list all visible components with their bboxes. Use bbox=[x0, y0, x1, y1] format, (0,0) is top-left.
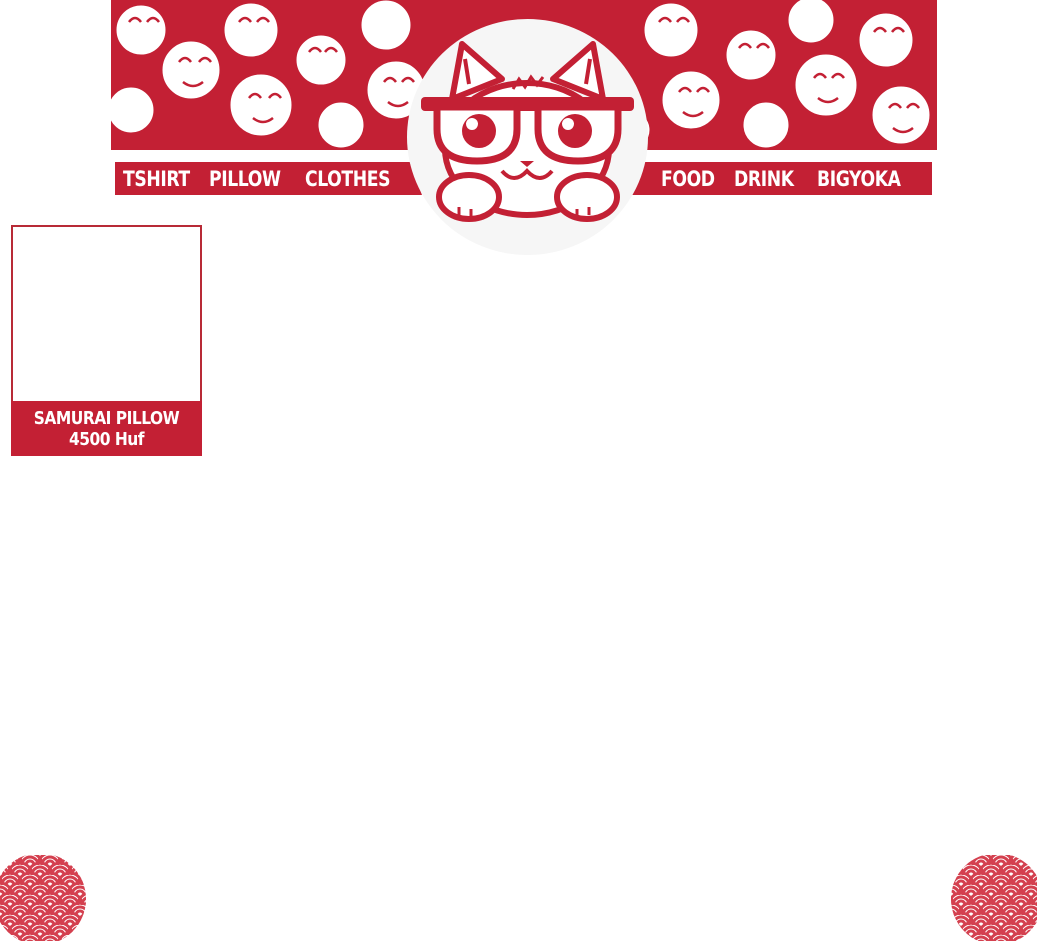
nav-item-pillow[interactable]: PILLOW bbox=[209, 162, 281, 195]
site-logo[interactable] bbox=[407, 19, 648, 255]
wave-arc bbox=[955, 859, 967, 866]
wave-arc bbox=[80, 935, 86, 941]
product-price: 4500 Huf bbox=[68, 429, 145, 450]
seigaiha-wave-right-icon bbox=[951, 853, 1037, 941]
wave-arc bbox=[1011, 935, 1031, 941]
nav-bar-right: FOOD DRINK BIGYOKA bbox=[632, 162, 932, 195]
wave-arc bbox=[0, 931, 4, 941]
wave-arc bbox=[76, 931, 86, 941]
wave-arc bbox=[0, 853, 4, 866]
nav-item-drink[interactable]: DRINK bbox=[734, 162, 794, 195]
wave-arc bbox=[951, 921, 965, 936]
wave-arc bbox=[951, 931, 975, 941]
wave-arc bbox=[951, 865, 961, 876]
nav-item-bigyoka[interactable]: BIGYOKA bbox=[817, 162, 901, 195]
wave-arc bbox=[56, 931, 84, 941]
seigaiha-wave-left-icon bbox=[0, 853, 86, 941]
wave-arc bbox=[1027, 931, 1037, 941]
wave-arc bbox=[951, 925, 961, 936]
wave-arc bbox=[80, 855, 86, 866]
wave-arc bbox=[0, 925, 10, 936]
wave-arc bbox=[951, 931, 955, 941]
product-image[interactable] bbox=[11, 225, 202, 401]
wave-arc bbox=[74, 929, 86, 936]
wave-arc bbox=[0, 931, 24, 941]
wave-arc bbox=[0, 929, 6, 936]
product-card[interactable]: SAMURAI PILLOW 4500 Huf bbox=[11, 225, 202, 456]
wave-arc bbox=[951, 911, 955, 926]
wave-arc bbox=[1027, 853, 1037, 866]
cat-with-glasses-logo-icon bbox=[421, 41, 634, 222]
wave-arc bbox=[0, 935, 20, 941]
wave-arc bbox=[951, 869, 957, 876]
wave-arc bbox=[951, 853, 955, 866]
wave-arc bbox=[1031, 935, 1037, 941]
nav-item-food[interactable]: FOOD bbox=[661, 162, 715, 195]
wave-arc bbox=[76, 911, 86, 926]
wave-arc bbox=[951, 855, 971, 866]
nav-item-tshirt[interactable]: TSHIRT bbox=[123, 162, 190, 195]
nav-bar-left: TSHIRT PILLOW CLOTHES bbox=[115, 162, 422, 195]
wave-arc bbox=[70, 925, 86, 936]
product-title: SAMURAI PILLOW bbox=[33, 408, 180, 429]
wave-arc bbox=[60, 935, 80, 941]
nav-item-clothes[interactable]: CLOTHES bbox=[305, 162, 391, 195]
page: TSHIRT PILLOW CLOTHES FOOD DRINK BIGYOKA bbox=[0, 0, 1037, 941]
product-caption: SAMURAI PILLOW 4500 Huf bbox=[11, 401, 202, 456]
wave-arc bbox=[1025, 929, 1037, 936]
wave-arc bbox=[951, 929, 957, 936]
wave-arc bbox=[76, 853, 86, 866]
wave-arc bbox=[80, 915, 86, 926]
wave-arc bbox=[951, 935, 971, 941]
wave-arc bbox=[1031, 855, 1037, 866]
wave-arc bbox=[951, 871, 955, 886]
